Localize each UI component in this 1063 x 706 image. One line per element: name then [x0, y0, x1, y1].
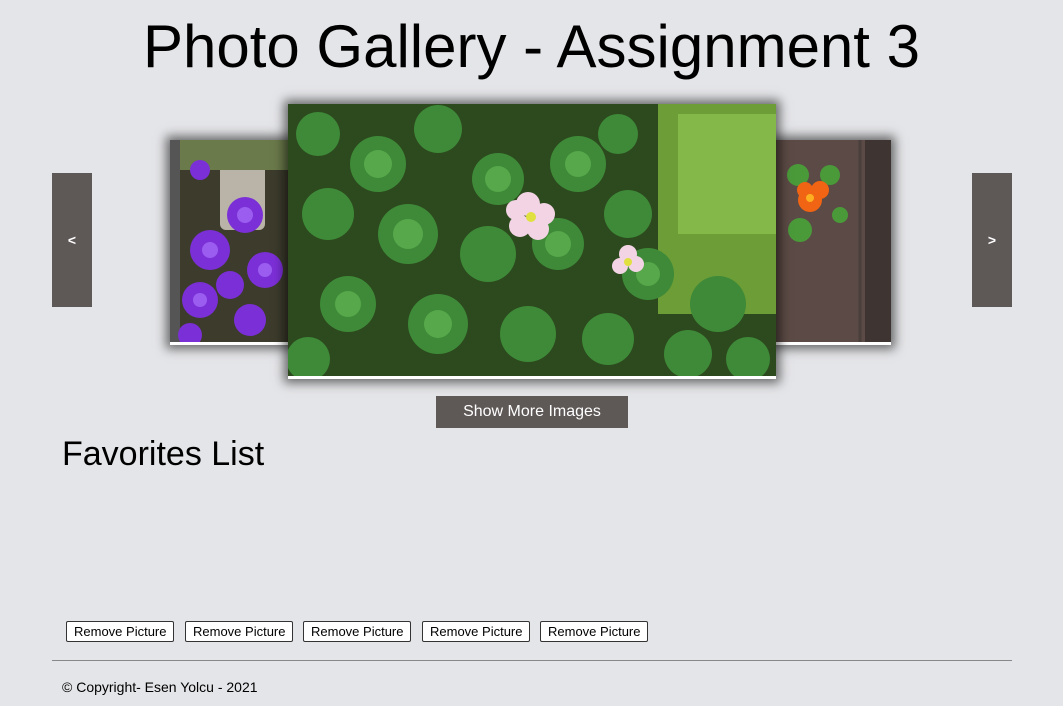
- carousel-image-previous[interactable]: [170, 140, 295, 345]
- show-more-images-button[interactable]: Show More Images: [436, 396, 628, 428]
- remove-picture-button-5[interactable]: Remove Picture: [540, 621, 649, 642]
- carousel-image-current[interactable]: [288, 104, 776, 379]
- next-label: >: [987, 232, 997, 248]
- page-title: Photo Gallery - Assignment 3: [142, 13, 921, 80]
- footer-copyright: © Copyright- Esen Yolcu - 2021: [62, 679, 258, 695]
- footer-divider: [52, 660, 1012, 661]
- previous-button[interactable]: <: [52, 173, 92, 307]
- remove-picture-button-3[interactable]: Remove Picture: [303, 621, 412, 642]
- carousel-image-next[interactable]: [770, 140, 891, 345]
- favorites-title: Favorites List: [62, 435, 265, 473]
- previous-label: <: [67, 232, 77, 248]
- remove-picture-button-1[interactable]: Remove Picture: [66, 621, 175, 642]
- remove-picture-button-4[interactable]: Remove Picture: [422, 621, 531, 642]
- next-button[interactable]: >: [972, 173, 1012, 307]
- remove-picture-button-2[interactable]: Remove Picture: [185, 621, 294, 642]
